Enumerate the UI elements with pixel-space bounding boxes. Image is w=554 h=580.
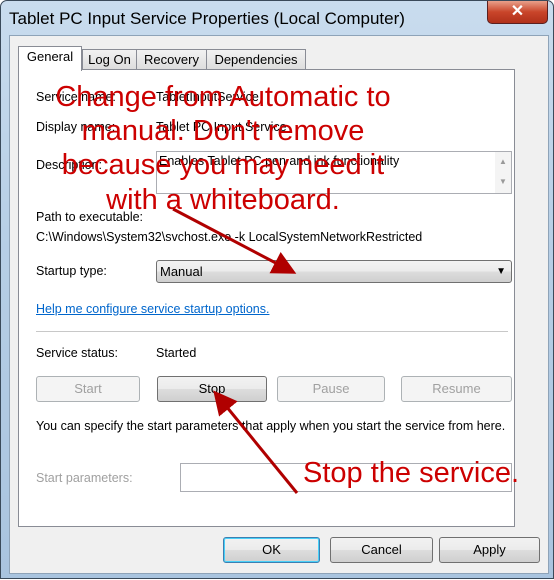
tab-general[interactable]: General xyxy=(18,46,82,71)
arrow-to-stop-button xyxy=(213,390,299,494)
annotation-arrows xyxy=(172,207,299,494)
arrow-to-startup-type xyxy=(172,207,297,274)
dialog-window: Tablet PC Input Service Properties (Loca… xyxy=(0,0,554,579)
